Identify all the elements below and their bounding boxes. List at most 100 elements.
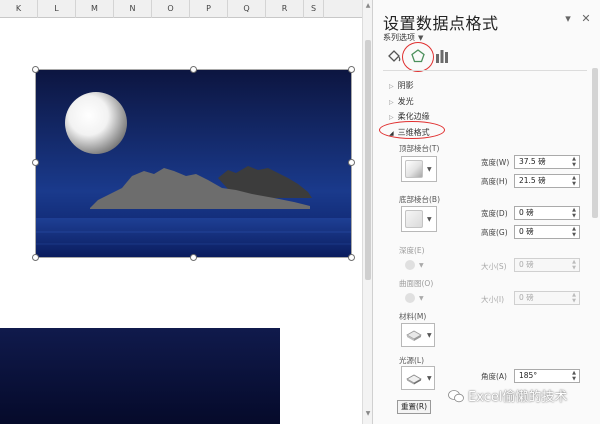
resize-handle-bottom-left[interactable] — [32, 254, 39, 261]
paint-bucket-icon — [388, 50, 401, 62]
night-scene-chart[interactable] — [35, 69, 352, 258]
column-header-row: K L M N O P Q R S — [0, 0, 362, 18]
spin-arrows-icon[interactable]: ▲ ▼ — [571, 370, 577, 382]
lighting-icon — [406, 374, 422, 385]
chevron-right-icon: ▷ — [389, 114, 394, 121]
spin-arrows-icon[interactable]: ▲ ▼ — [571, 156, 577, 168]
lighting-label: 光源(L) — [399, 356, 425, 365]
series-options-label: 系列选项 — [383, 33, 415, 42]
material-label: 材料(M) — [399, 312, 427, 321]
top-bevel-height-input[interactable]: 21.5 磅 ▲ ▼ — [514, 174, 580, 188]
sheet-vertical-scrollbar[interactable]: ▲ ▼ — [362, 0, 372, 424]
spin-arrows-icon[interactable]: ▲ ▼ — [571, 292, 577, 304]
bottom-bevel-width-input[interactable]: 0 磅 ▲ ▼ — [514, 206, 580, 220]
pane-options-chevron-icon[interactable]: ▾ — [561, 12, 575, 25]
spin-arrows-icon[interactable]: ▲ ▼ — [571, 259, 577, 271]
resize-handle-bottom-right[interactable] — [348, 254, 355, 261]
resize-handle-left[interactable] — [32, 159, 39, 166]
top-height-label: 高度(H) — [481, 177, 508, 186]
section-soft-edges[interactable]: ▷ 柔化边缘 — [389, 111, 430, 122]
chevron-right-icon: ▷ — [389, 83, 394, 90]
depth-color-picker[interactable]: ▼ — [401, 257, 429, 273]
angle-label: 角度(A) — [481, 372, 507, 381]
bevel-swatch — [405, 210, 423, 228]
top-bevel-picker[interactable]: ▼ — [401, 156, 437, 182]
bevel-swatch — [405, 160, 423, 178]
paint-bucket-icon — [405, 260, 415, 270]
column-header-p[interactable]: P — [190, 0, 228, 18]
top-bevel-width-value: 37.5 磅 — [519, 157, 546, 166]
pane-scrollbar-thumb[interactable] — [592, 68, 598, 218]
wechat-icon — [448, 389, 464, 402]
chevron-down-icon: ▼ — [427, 165, 432, 173]
chevron-right-icon: ▷ — [389, 99, 394, 106]
section-soft-edges-label: 柔化边缘 — [397, 112, 430, 121]
moon-shape[interactable] — [65, 92, 127, 154]
lighting-angle-value: 185° — [519, 371, 538, 380]
column-header-r[interactable]: R — [266, 0, 304, 18]
contour-color-picker[interactable]: ▼ — [401, 290, 429, 306]
scroll-up-icon[interactable]: ▲ — [364, 2, 372, 10]
spin-arrows-icon[interactable]: ▲ ▼ — [571, 226, 577, 238]
depth-size-label: 大小(S) — [481, 262, 507, 271]
lighting-picker[interactable]: ▼ — [401, 366, 435, 390]
top-bevel-label: 顶部棱台(T) — [399, 144, 440, 153]
lighting-angle-input[interactable]: 185° ▲ ▼ — [514, 369, 580, 383]
pane-scrollbar[interactable] — [591, 58, 599, 418]
material-picker[interactable]: ▼ — [401, 323, 435, 347]
chevron-down-icon: ▼ — [418, 34, 424, 42]
contour-size-input[interactable]: 0 磅 ▲ ▼ — [514, 291, 580, 305]
bottom-width-label: 宽度(D) — [481, 209, 508, 218]
column-header-s[interactable]: S — [304, 0, 324, 18]
bottom-bevel-label: 底部棱台(B) — [399, 195, 440, 204]
series-options-dropdown[interactable]: 系列选项 ▼ — [383, 32, 423, 43]
fill-line-tab[interactable] — [383, 45, 405, 67]
pentagon-icon — [411, 49, 425, 63]
chevron-down-icon: ▼ — [427, 331, 432, 339]
column-header-l[interactable]: L — [38, 0, 76, 18]
contour-label: 曲面图(O) — [399, 279, 434, 288]
bottom-bevel-width-value: 0 磅 — [519, 208, 534, 217]
column-header-q[interactable]: Q — [228, 0, 266, 18]
bottom-bevel-height-value: 0 磅 — [519, 227, 534, 236]
resize-handle-right[interactable] — [348, 159, 355, 166]
top-width-label: 宽度(W) — [481, 158, 510, 167]
contour-size-value: 0 磅 — [519, 293, 534, 302]
spin-arrows-icon[interactable]: ▲ ▼ — [571, 207, 577, 219]
top-bevel-width-input[interactable]: 37.5 磅 ▲ ▼ — [514, 155, 580, 169]
chevron-down-icon: ▼ — [427, 374, 432, 382]
resize-handle-top[interactable] — [190, 66, 197, 73]
depth-size-input[interactable]: 0 磅 ▲ ▼ — [514, 258, 580, 272]
material-icon — [406, 330, 422, 341]
pane-title: 设置数据点格式 — [383, 14, 499, 33]
column-header-n[interactable]: N — [114, 0, 152, 18]
resize-handle-bottom[interactable] — [190, 254, 197, 261]
column-header-k[interactable]: K — [0, 0, 38, 18]
second-chart[interactable] — [0, 328, 280, 424]
tab-divider — [383, 70, 587, 71]
worksheet[interactable]: K L M N O P Q R S ▲ ▼ — [0, 0, 372, 424]
reset-button[interactable]: 重置(R) — [397, 400, 431, 414]
depth-size-value: 0 磅 — [519, 260, 534, 269]
bottom-bevel-picker[interactable]: ▼ — [401, 206, 437, 232]
contour-size-label: 大小(I) — [481, 295, 505, 304]
resize-handle-top-right[interactable] — [348, 66, 355, 73]
scrollbar-thumb[interactable] — [365, 40, 371, 280]
format-data-point-pane: 设置数据点格式 ▾ ✕ 系列选项 ▼ ▷ 阴影 ▷ 发光 ▷ 柔化边缘 ◢ 三维格式 顶部… — [372, 0, 600, 424]
section-glow[interactable]: ▷ 发光 — [389, 96, 414, 107]
column-header-o[interactable]: O — [152, 0, 190, 18]
depth-label: 深度(E) — [399, 246, 425, 255]
resize-handle-top-left[interactable] — [32, 66, 39, 73]
bottom-height-label: 高度(G) — [481, 228, 508, 237]
bottom-bevel-height-input[interactable]: 0 磅 ▲ ▼ — [514, 225, 580, 239]
section-shadow[interactable]: ▷ 阴影 — [389, 80, 414, 91]
effects-tab[interactable] — [407, 45, 429, 67]
series-options-tab[interactable] — [431, 45, 453, 67]
column-header-m[interactable]: M — [76, 0, 114, 18]
spin-arrows-icon[interactable]: ▲ ▼ — [571, 175, 577, 187]
scroll-down-icon[interactable]: ▼ — [364, 410, 372, 418]
section-glow-label: 发光 — [397, 97, 414, 106]
close-icon[interactable]: ✕ — [579, 12, 593, 25]
section-3d-format-label: 三维格式 — [397, 128, 430, 137]
section-3d-format[interactable]: ◢ 三维格式 — [389, 127, 430, 138]
